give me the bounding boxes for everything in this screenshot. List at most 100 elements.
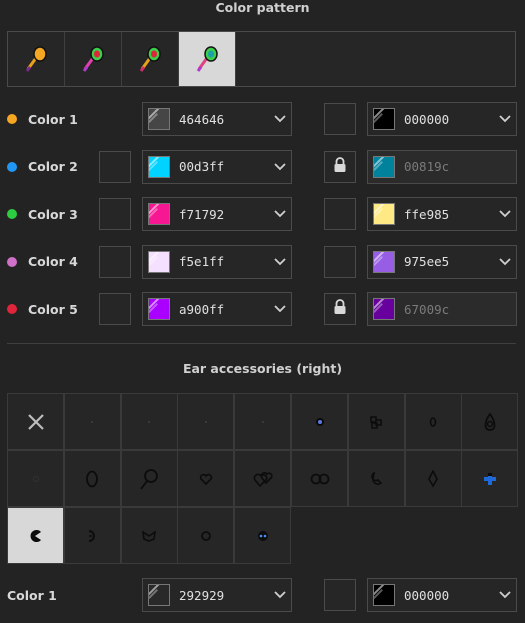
color-link-toggle[interactable] bbox=[99, 245, 131, 278]
accessory-option[interactable] bbox=[404, 450, 462, 507]
accessory-option[interactable] bbox=[177, 393, 235, 450]
accessory-option[interactable] bbox=[291, 393, 348, 450]
bottom-color-primary-field[interactable]: 292929 bbox=[142, 578, 292, 612]
accessory-option[interactable] bbox=[120, 450, 178, 507]
color-dot-icon bbox=[7, 209, 17, 219]
color-primary-field[interactable]: a900ff bbox=[142, 292, 292, 326]
color-label: Color 5 bbox=[28, 301, 78, 317]
hex-value: 00819c bbox=[404, 159, 450, 174]
chevron-down-icon bbox=[269, 115, 291, 123]
accessory-option[interactable] bbox=[234, 507, 292, 564]
color-label: Color 4 bbox=[28, 254, 78, 269]
none-x-icon bbox=[27, 413, 45, 431]
color-link-toggle[interactable] bbox=[99, 198, 131, 230]
color-secondary-field[interactable]: 000000 bbox=[367, 102, 517, 136]
accessory-option[interactable] bbox=[461, 450, 519, 507]
color-row-label: Color 5 bbox=[7, 292, 78, 326]
accessory-option[interactable] bbox=[120, 507, 178, 564]
color-secondary-field: 67009c bbox=[367, 292, 517, 326]
chevron-down-icon bbox=[494, 591, 516, 599]
bow-icon bbox=[141, 529, 157, 543]
tiny-dot-icon bbox=[260, 419, 266, 425]
accessory-option[interactable] bbox=[347, 393, 405, 450]
accessory-option[interactable] bbox=[7, 393, 64, 450]
pattern-option-4[interactable] bbox=[179, 32, 236, 86]
color-chip bbox=[373, 250, 395, 273]
color-primary-field[interactable]: f71792 bbox=[142, 197, 292, 231]
color-lock-toggle[interactable] bbox=[324, 293, 356, 325]
bottom-color-secondary-field[interactable]: 000000 bbox=[367, 578, 517, 612]
hex-value: 67009c bbox=[404, 301, 450, 317]
faint-dot-icon bbox=[32, 475, 40, 483]
color-primary-field[interactable]: 00d3ff bbox=[142, 149, 292, 184]
tiny-dot-icon bbox=[203, 419, 209, 425]
color-chip bbox=[373, 108, 395, 130]
ear-accessories-grid bbox=[7, 393, 519, 565]
color-chip bbox=[148, 298, 170, 320]
accessory-option[interactable] bbox=[7, 450, 64, 507]
pacman-icon bbox=[29, 529, 43, 543]
crescent-icon bbox=[369, 470, 383, 487]
accessory-option[interactable] bbox=[63, 450, 121, 507]
color-lock-toggle[interactable] bbox=[324, 150, 356, 183]
accessory-option[interactable] bbox=[234, 393, 292, 450]
double-heart-icon bbox=[252, 469, 274, 489]
accessory-option[interactable] bbox=[234, 450, 292, 507]
hex-value: ffe985 bbox=[404, 206, 450, 222]
half-moon-icon bbox=[86, 529, 98, 543]
balloon-orange-icon bbox=[25, 46, 47, 72]
chevron-down-icon bbox=[269, 591, 291, 599]
color-lock-toggle[interactable] bbox=[324, 198, 356, 230]
color-pattern-title: Color pattern bbox=[215, 0, 310, 15]
diamond-drop-icon bbox=[427, 469, 439, 488]
color-chip bbox=[148, 250, 170, 273]
accessory-option[interactable] bbox=[347, 450, 405, 507]
color-secondary-field[interactable]: ffe985 bbox=[367, 197, 517, 231]
color-link-toggle[interactable] bbox=[99, 293, 131, 325]
hex-value: f71792 bbox=[179, 206, 225, 222]
blue-cross-icon bbox=[482, 471, 498, 487]
color-link-toggle[interactable] bbox=[99, 150, 131, 183]
hex-value: 975ee5 bbox=[404, 254, 450, 269]
hex-value: 000000 bbox=[404, 111, 450, 127]
color-lock-toggle[interactable] bbox=[324, 103, 356, 135]
accessory-option[interactable] bbox=[404, 393, 462, 450]
color-primary-field[interactable]: 464646 bbox=[142, 102, 292, 136]
pattern-option-3[interactable] bbox=[122, 32, 179, 86]
color-chip bbox=[373, 203, 395, 225]
chevron-down-icon bbox=[494, 210, 516, 218]
accessory-option[interactable] bbox=[461, 393, 519, 450]
chevron-down-icon bbox=[494, 115, 516, 123]
hex-value: f5e1ff bbox=[179, 254, 225, 269]
color-chip bbox=[373, 584, 395, 606]
clover-icon bbox=[367, 413, 385, 431]
pattern-option-2[interactable] bbox=[65, 32, 122, 86]
bottom-color-lock-toggle[interactable] bbox=[324, 579, 356, 611]
accessory-option[interactable] bbox=[63, 393, 121, 450]
balloon-green-pink-icon bbox=[82, 46, 104, 72]
color-chip bbox=[148, 584, 170, 606]
accessory-option[interactable] bbox=[120, 393, 178, 450]
accessory-option[interactable] bbox=[177, 507, 235, 564]
accessory-option[interactable] bbox=[177, 450, 235, 507]
chevron-down-icon bbox=[269, 305, 291, 313]
ring-icon bbox=[200, 530, 212, 542]
color-secondary-field[interactable]: 975ee5 bbox=[367, 244, 517, 279]
color-lock-toggle[interactable] bbox=[324, 245, 356, 278]
accessory-option[interactable] bbox=[7, 507, 64, 564]
blue-face-icon bbox=[257, 530, 269, 542]
color-primary-field[interactable]: f5e1ff bbox=[142, 244, 292, 279]
hex-value: 00d3ff bbox=[179, 159, 225, 174]
accessory-option[interactable] bbox=[291, 450, 348, 507]
color-dot-icon bbox=[7, 161, 17, 172]
pattern-selector bbox=[7, 31, 516, 87]
color-chip bbox=[373, 155, 395, 178]
bottom-color-row-label: Color 1 bbox=[7, 578, 57, 612]
color-dot-icon bbox=[7, 256, 17, 267]
color-label: Color 1 bbox=[28, 111, 78, 127]
pattern-option-1[interactable] bbox=[8, 32, 65, 86]
accessory-option[interactable] bbox=[63, 507, 121, 564]
color-row-label: Color 4 bbox=[7, 245, 78, 279]
hex-value: 464646 bbox=[179, 111, 225, 127]
ear-accessories-title: Ear accessories (right) bbox=[182, 361, 343, 376]
